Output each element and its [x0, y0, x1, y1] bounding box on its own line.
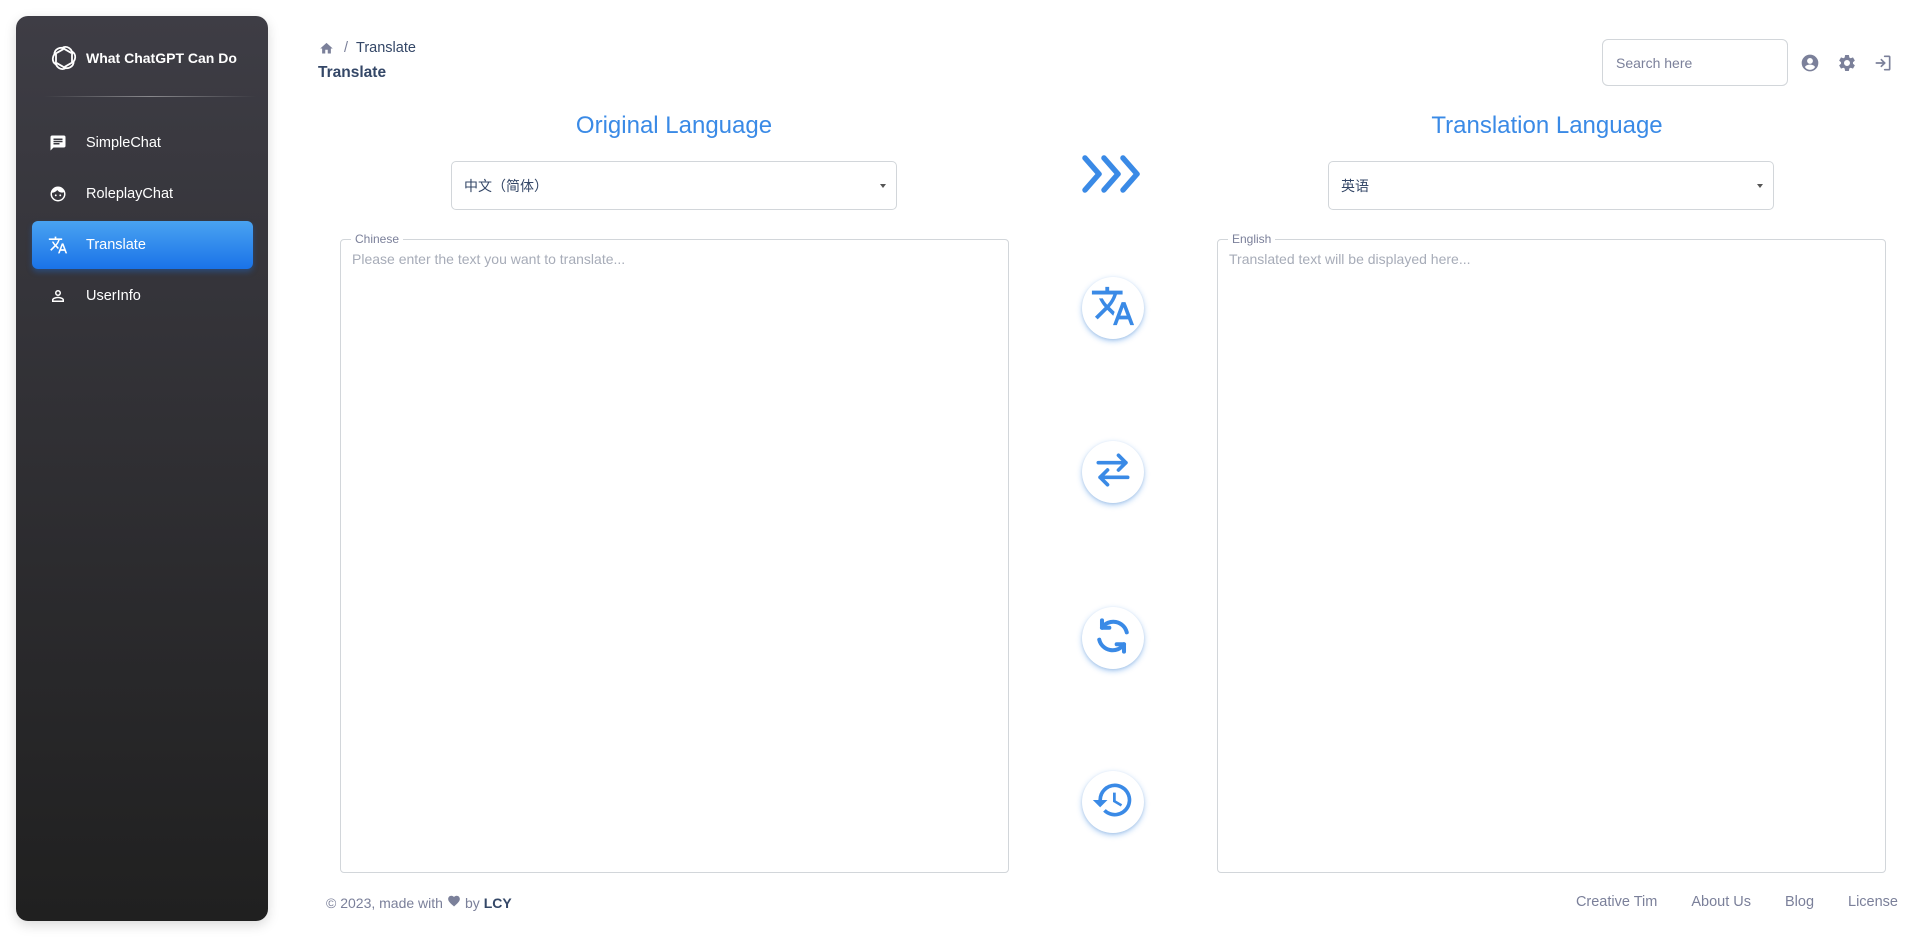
account-icon[interactable]: [1800, 53, 1820, 73]
original-text-legend: Chinese: [351, 232, 404, 246]
sidebar-item-label: SimpleChat: [86, 135, 161, 151]
translate-button[interactable]: [1082, 277, 1144, 339]
swap-horizontal-icon: [1091, 448, 1135, 497]
breadcrumb-current: Translate: [356, 40, 416, 56]
openai-logo-icon: [50, 44, 78, 72]
translate-icon: [48, 235, 68, 255]
original-text-field: Chinese: [340, 232, 1009, 873]
footer-copyright: © 2023, made with by LCY: [326, 894, 512, 911]
translation-language-title: Translation Language: [1431, 112, 1663, 139]
footer-link-blog[interactable]: Blog: [1785, 894, 1814, 910]
sync-icon: [1091, 614, 1135, 663]
sidebar-item-userinfo[interactable]: UserInfo: [32, 272, 253, 320]
history-icon: [1091, 778, 1135, 827]
original-language-value: 中文（简体）: [464, 177, 548, 194]
brand[interactable]: What ChatGPT Can Do: [50, 42, 237, 74]
sidebar-item-label: UserInfo: [86, 288, 141, 304]
by-text: by: [464, 894, 480, 911]
translation-language-select[interactable]: 英语: [1328, 161, 1774, 210]
triple-chevron-right-icon: [1081, 152, 1145, 196]
home-icon[interactable]: [318, 40, 334, 56]
translated-text-field: English: [1217, 232, 1886, 873]
heart-icon: [447, 894, 461, 911]
person-icon: [48, 286, 68, 306]
author-link[interactable]: LCY: [484, 895, 512, 911]
brand-name: What ChatGPT Can Do: [86, 50, 237, 66]
swap-button[interactable]: [1082, 441, 1144, 503]
footer-link-license[interactable]: License: [1848, 894, 1898, 910]
translated-text-legend: English: [1228, 232, 1276, 246]
breadcrumb: / Translate: [318, 40, 416, 56]
face-icon: [48, 184, 68, 204]
sidebar-item-translate[interactable]: Translate: [32, 221, 253, 269]
sidebar-item-simplechat[interactable]: SimpleChat: [32, 119, 253, 167]
sidebar-divider: [44, 96, 256, 97]
translated-text-output[interactable]: [1218, 240, 1885, 872]
translate-icon: [1090, 283, 1136, 334]
search-input[interactable]: [1602, 39, 1788, 86]
footer-link-about-us[interactable]: About Us: [1691, 894, 1751, 910]
footer-links: Creative Tim About Us Blog License: [1576, 894, 1898, 910]
sidebar-item-roleplaychat[interactable]: RoleplayChat: [32, 170, 253, 218]
caret-down-icon: [880, 184, 886, 188]
page-title: Translate: [318, 64, 387, 81]
original-language-title: Original Language: [575, 112, 773, 139]
sidebar-item-label: RoleplayChat: [86, 186, 174, 202]
original-text-input[interactable]: [341, 240, 1008, 872]
caret-down-icon: [1757, 184, 1763, 188]
refresh-button[interactable]: [1082, 607, 1144, 669]
settings-icon[interactable]: [1837, 53, 1857, 73]
footer-link-creative-tim[interactable]: Creative Tim: [1576, 894, 1657, 910]
copyright-text: © 2023, made with: [326, 894, 443, 911]
chat-icon: [48, 133, 68, 153]
translation-language-value: 英语: [1341, 177, 1369, 194]
sidebar-item-label: Translate: [86, 237, 146, 253]
sidebar: What ChatGPT Can Do SimpleChat RoleplayC…: [16, 16, 268, 921]
logout-icon[interactable]: [1873, 53, 1893, 73]
breadcrumb-separator: /: [344, 40, 349, 56]
sidebar-nav: SimpleChat RoleplayChat Translate UserIn…: [32, 119, 253, 323]
original-language-select[interactable]: 中文（简体）: [451, 161, 897, 210]
history-button[interactable]: [1082, 771, 1144, 833]
